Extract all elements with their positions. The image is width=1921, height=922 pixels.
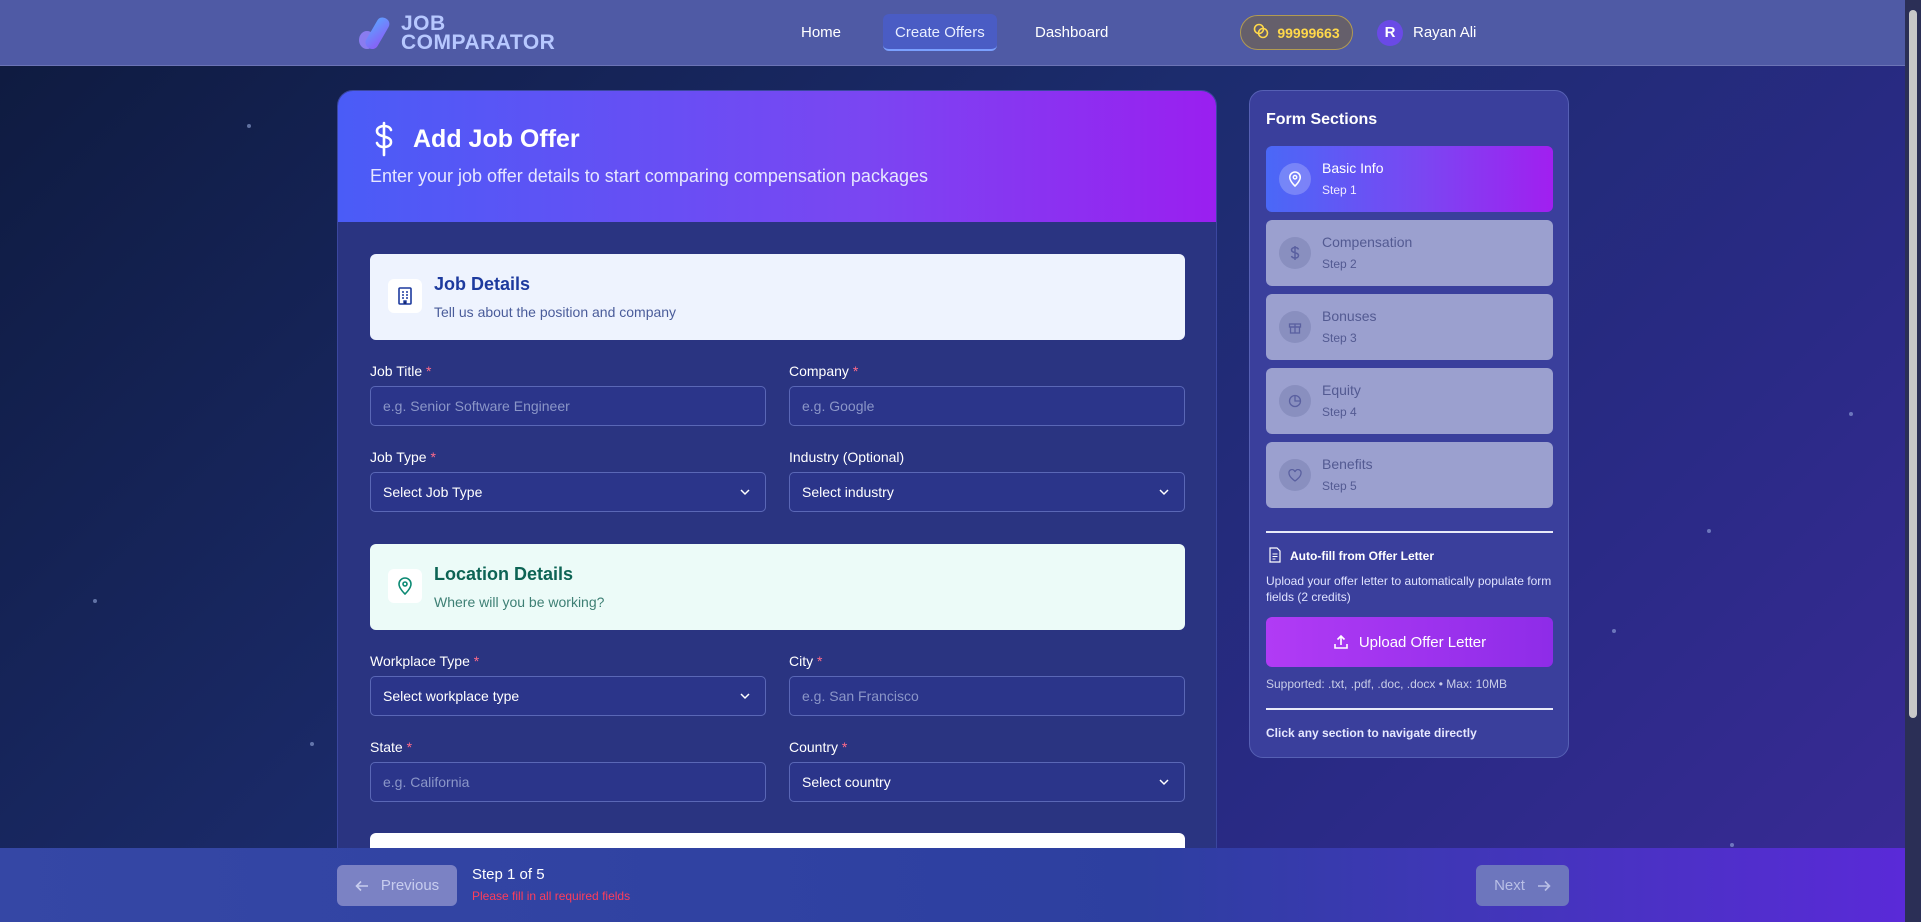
autofill-title: Auto-fill from Offer Letter bbox=[1290, 549, 1434, 563]
upload-label: Upload Offer Letter bbox=[1358, 633, 1487, 651]
required-fields-warning: Please fill in all required fields bbox=[472, 889, 631, 903]
coins-icon bbox=[1253, 23, 1269, 42]
job-details-section-header: Job Details Tell us about the position a… bbox=[370, 254, 1185, 340]
workplace-type-select[interactable]: Select workplace type bbox=[370, 676, 766, 716]
sidebar-divider bbox=[1266, 708, 1553, 710]
country-label: Country * bbox=[789, 739, 848, 755]
job-type-label: Job Type * bbox=[370, 449, 436, 465]
city-input[interactable]: e.g. San Francisco bbox=[789, 676, 1185, 716]
brand-logo[interactable]: JOB COMPARATOR bbox=[355, 13, 556, 54]
step-number: Step 3 bbox=[1322, 331, 1357, 345]
sidebar-divider bbox=[1266, 531, 1553, 533]
sidebar-step-basic-info[interactable]: Basic Info Step 1 bbox=[1266, 146, 1553, 212]
logo-icon bbox=[355, 14, 395, 52]
step-number: Step 5 bbox=[1322, 479, 1357, 493]
map-pin-icon bbox=[388, 569, 422, 603]
upload-icon bbox=[1334, 634, 1348, 649]
nav-create-offers-link[interactable]: Create Offers bbox=[883, 14, 997, 51]
industry-label: Industry (Optional) bbox=[789, 449, 905, 465]
section-title: Job Details bbox=[434, 274, 531, 294]
top-navbar: JOB COMPARATOR Home Create Offers Dashbo… bbox=[0, 0, 1905, 66]
nav-dashboard-link[interactable]: Dashboard bbox=[1023, 14, 1120, 51]
step-label: Basic Info bbox=[1322, 160, 1384, 176]
sidebar-step-benefits[interactable]: Benefits Step 5 bbox=[1266, 442, 1553, 508]
job-offer-form-card: Add Job Offer Enter your job offer detai… bbox=[337, 90, 1217, 890]
page-scrollbar-thumb[interactable] bbox=[1909, 10, 1917, 718]
step-number: Step 4 bbox=[1322, 405, 1357, 419]
step-counter: Step 1 of 5 bbox=[472, 866, 545, 883]
form-header: Add Job Offer Enter your job offer detai… bbox=[338, 91, 1216, 222]
brand-line2: COMPARATOR bbox=[401, 31, 556, 54]
background-star bbox=[247, 124, 251, 128]
chevron-down-icon bbox=[740, 489, 750, 496]
step-number: Step 2 bbox=[1322, 257, 1357, 271]
previous-label: Previous bbox=[380, 877, 440, 894]
arrow-right-icon bbox=[1537, 880, 1551, 891]
job-type-select[interactable]: Select Job Type bbox=[370, 472, 766, 512]
dollar-icon bbox=[369, 121, 399, 157]
building-icon bbox=[388, 279, 422, 313]
chevron-down-icon bbox=[740, 693, 750, 700]
job-title-label: Job Title * bbox=[370, 363, 432, 379]
background-star bbox=[1707, 529, 1711, 533]
location-details-section-header: Location Details Where will you be worki… bbox=[370, 544, 1185, 630]
map-pin-icon bbox=[1279, 163, 1311, 195]
form-footer-bar: Previous Step 1 of 5 Please fill in all … bbox=[0, 848, 1905, 922]
company-input[interactable]: e.g. Google bbox=[789, 386, 1185, 426]
user-name[interactable]: Rayan Ali bbox=[1413, 24, 1476, 41]
credits-value: 99999663 bbox=[1277, 24, 1340, 41]
background-star bbox=[1849, 412, 1853, 416]
company-label: Company * bbox=[789, 363, 859, 379]
page-title: Add Job Offer bbox=[413, 125, 580, 153]
step-label: Bonuses bbox=[1322, 308, 1377, 324]
chevron-down-icon bbox=[1159, 779, 1169, 786]
supported-formats: Supported: .txt, .pdf, .doc, .docx • Max… bbox=[1266, 677, 1507, 691]
background-star bbox=[310, 742, 314, 746]
workplace-type-value: Select workplace type bbox=[383, 688, 520, 704]
user-avatar[interactable]: R bbox=[1377, 20, 1403, 46]
background-star bbox=[1730, 843, 1734, 847]
previous-button[interactable]: Previous bbox=[337, 865, 457, 906]
city-label: City * bbox=[789, 653, 823, 669]
credits-badge[interactable]: 99999663 bbox=[1240, 15, 1353, 50]
arrow-left-icon bbox=[355, 880, 368, 891]
state-input[interactable]: e.g. California bbox=[370, 762, 766, 802]
step-label: Benefits bbox=[1322, 456, 1373, 472]
sidebar-step-compensation[interactable]: Compensation Step 2 bbox=[1266, 220, 1553, 286]
step-number: Step 1 bbox=[1322, 183, 1357, 197]
upload-offer-letter-button[interactable]: Upload Offer Letter bbox=[1266, 617, 1553, 667]
gift-icon bbox=[1279, 311, 1311, 343]
sidebar-step-bonuses[interactable]: Bonuses Step 3 bbox=[1266, 294, 1553, 360]
document-icon bbox=[1269, 547, 1281, 563]
industry-select[interactable]: Select industry bbox=[789, 472, 1185, 512]
step-label: Compensation bbox=[1322, 234, 1413, 250]
section-subtitle: Tell us about the position and company bbox=[434, 304, 677, 320]
section-title: Location Details bbox=[434, 564, 574, 584]
step-label: Equity bbox=[1322, 382, 1361, 398]
form-sections-sidebar: Form Sections Basic Info Step 1 Compensa… bbox=[1249, 90, 1569, 758]
dollar-icon bbox=[1279, 237, 1311, 269]
background-star bbox=[93, 599, 97, 603]
sidebar-title: Form Sections bbox=[1266, 111, 1378, 128]
heart-icon bbox=[1279, 459, 1311, 491]
next-button[interactable]: Next bbox=[1476, 865, 1569, 906]
nav-home-link[interactable]: Home bbox=[789, 14, 853, 51]
country-value: Select country bbox=[802, 774, 891, 790]
background-star bbox=[1612, 629, 1616, 633]
job-type-value: Select Job Type bbox=[383, 484, 483, 500]
next-label: Next bbox=[1494, 877, 1525, 894]
state-label: State * bbox=[370, 739, 413, 755]
autofill-description: Upload your offer letter to automaticall… bbox=[1266, 574, 1552, 604]
pie-chart-icon bbox=[1279, 385, 1311, 417]
page-subtitle: Enter your job offer details to start co… bbox=[370, 166, 928, 186]
workplace-type-label: Workplace Type * bbox=[370, 653, 480, 669]
industry-value: Select industry bbox=[802, 484, 894, 500]
section-subtitle: Where will you be working? bbox=[434, 594, 605, 610]
country-select[interactable]: Select country bbox=[789, 762, 1185, 802]
job-title-input[interactable]: e.g. Senior Software Engineer bbox=[370, 386, 766, 426]
sidebar-step-equity[interactable]: Equity Step 4 bbox=[1266, 368, 1553, 434]
chevron-down-icon bbox=[1159, 489, 1169, 496]
navigation-hint: Click any section to navigate directly bbox=[1266, 726, 1477, 740]
